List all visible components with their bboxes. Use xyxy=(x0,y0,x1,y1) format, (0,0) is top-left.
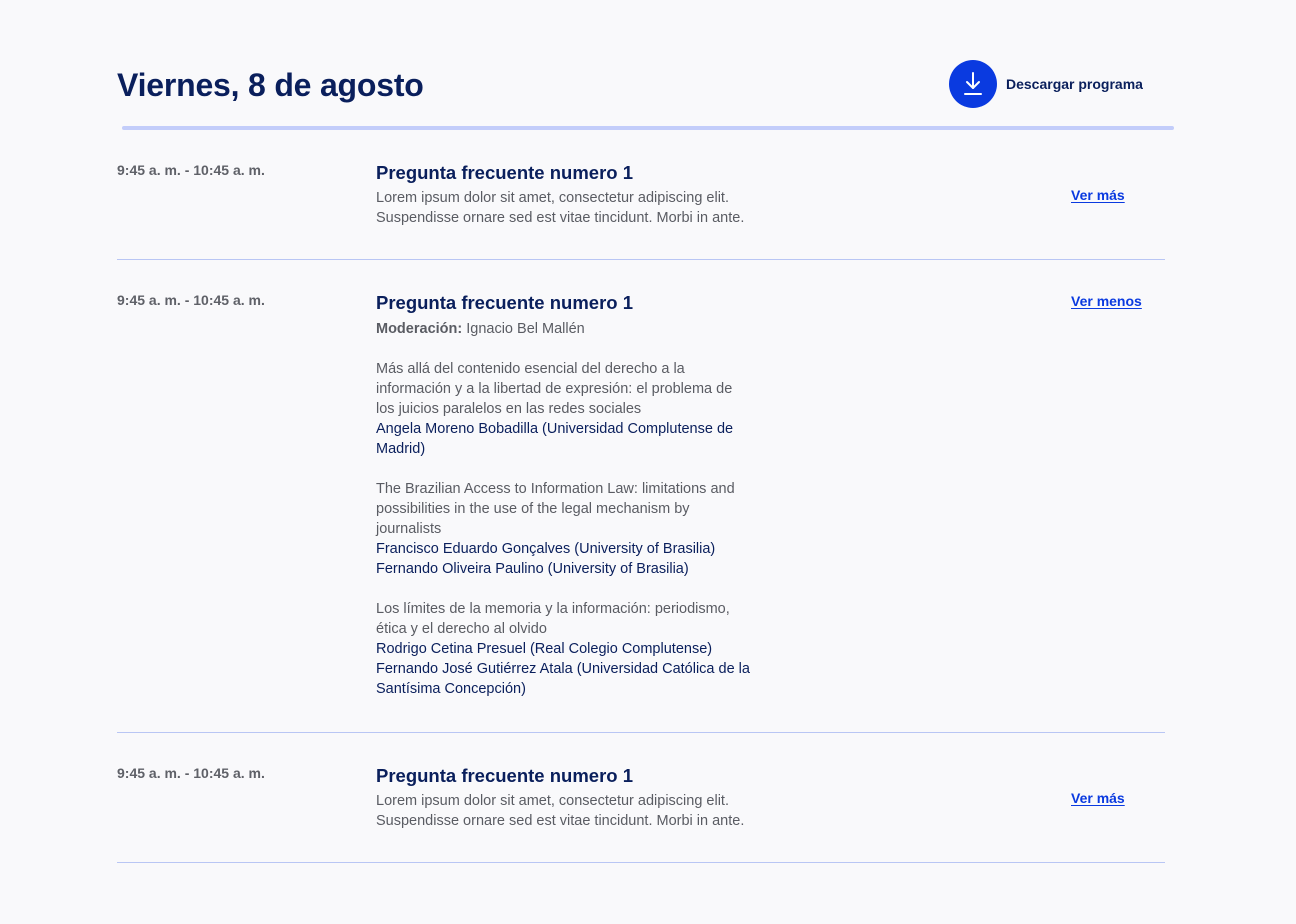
session-title: Pregunta frecuente numero 1 xyxy=(376,765,634,786)
talk-title-line: información y a la libertad de expresión… xyxy=(376,381,733,397)
speaker-line: Rodrigo Cetina Presuel (Real Colegio Com… xyxy=(376,641,713,657)
talk-title: Más allá del contenido esencial del dere… xyxy=(376,359,808,419)
session-item: 9:45 a. m. - 10:45 a. m. Pregunta frecue… xyxy=(117,763,1165,864)
session-summary: Lorem ipsum dolor sit amet, consectetur … xyxy=(376,791,808,831)
speaker-line: Angela Moreno Bobadilla (Universidad Com… xyxy=(376,421,734,437)
talk-item: Los límites de la memoria y la informaci… xyxy=(376,599,808,699)
session-divider xyxy=(117,862,1165,863)
page-title: Viernes, 8 de agosto xyxy=(117,67,424,103)
session-time: 9:45 a. m. - 10:45 a. m. xyxy=(117,162,265,178)
day-header: Viernes, 8 de agosto Descargar programa xyxy=(117,58,1165,112)
moderation-label: Moderación: xyxy=(376,321,463,337)
session-divider xyxy=(117,732,1165,733)
session-title: Pregunta frecuente numero 1 xyxy=(376,292,634,313)
session-content: Pregunta frecuente numero 1 Lorem ipsum … xyxy=(376,763,808,831)
session-time: 9:45 a. m. - 10:45 a. m. xyxy=(117,292,265,308)
summary-line: Lorem ipsum dolor sit amet, consectetur … xyxy=(376,190,729,206)
speaker-line: Francisco Eduardo Gonçalves (University … xyxy=(376,541,716,557)
talk-title: Los límites de la memoria y la informaci… xyxy=(376,599,808,639)
session-content: Pregunta frecuente numero 1 Moderación: … xyxy=(376,290,808,699)
session-content: Pregunta frecuente numero 1 Lorem ipsum … xyxy=(376,160,808,228)
program-page: Viernes, 8 de agosto Descargar programa … xyxy=(0,0,1296,924)
download-program-button[interactable]: Descargar programa xyxy=(949,60,1143,108)
ver-menos-link[interactable]: Ver menos xyxy=(1071,291,1142,311)
talk-speakers: Francisco Eduardo Gonçalves (University … xyxy=(376,539,808,579)
talk-item: The Brazilian Access to Information Law:… xyxy=(376,479,808,579)
download-icon[interactable] xyxy=(949,60,997,108)
session-time: 9:45 a. m. - 10:45 a. m. xyxy=(117,765,265,781)
talk-speakers: Rodrigo Cetina Presuel (Real Colegio Com… xyxy=(376,639,808,699)
summary-line: Suspendisse ornare sed est vitae tincidu… xyxy=(376,813,745,829)
speaker-line: Fernando Oliveira Paulino (University of… xyxy=(376,561,689,577)
session-title: Pregunta frecuente numero 1 xyxy=(376,162,634,183)
talk-speakers: Angela Moreno Bobadilla (Universidad Com… xyxy=(376,419,808,459)
talk-item: Más allá del contenido esencial del dere… xyxy=(376,359,808,459)
session-summary: Lorem ipsum dolor sit amet, consectetur … xyxy=(376,188,808,228)
talk-title: The Brazilian Access to Information Law:… xyxy=(376,479,808,539)
speaker-line: Fernando José Gutiérrez Atala (Universid… xyxy=(376,661,750,677)
session-item: 9:45 a. m. - 10:45 a. m. Pregunta frecue… xyxy=(117,160,1165,261)
talk-title-line: possibilities in the use of the legal me… xyxy=(376,501,690,517)
ver-mas-link[interactable]: Ver más xyxy=(1071,185,1125,205)
summary-line: Lorem ipsum dolor sit amet, consectetur … xyxy=(376,793,729,809)
moderator-name: Ignacio Bel Mallén xyxy=(466,321,585,337)
header-divider xyxy=(122,126,1174,130)
speaker-line: Santísima Concepción) xyxy=(376,681,526,697)
talk-title-line: Más allá del contenido esencial del dere… xyxy=(376,361,685,377)
session-divider xyxy=(117,259,1165,260)
moderation-line: Moderación: Ignacio Bel Mallén xyxy=(376,319,808,339)
talk-title-line: journalists xyxy=(376,521,442,537)
download-program-label[interactable]: Descargar programa xyxy=(1006,76,1143,92)
ver-mas-link[interactable]: Ver más xyxy=(1071,788,1125,808)
summary-line: Suspendisse ornare sed est vitae tincidu… xyxy=(376,210,745,226)
talk-title-line: The Brazilian Access to Information Law:… xyxy=(376,481,735,497)
speaker-line: Madrid) xyxy=(376,441,426,457)
talk-title-line: los juicios paralelos en las redes socia… xyxy=(376,401,642,417)
session-item-expanded: 9:45 a. m. - 10:45 a. m. Pregunta frecue… xyxy=(117,290,1165,734)
talk-title-line: Los límites de la memoria y la informaci… xyxy=(376,601,730,617)
talk-title-line: ética y el derecho al olvido xyxy=(376,621,547,637)
